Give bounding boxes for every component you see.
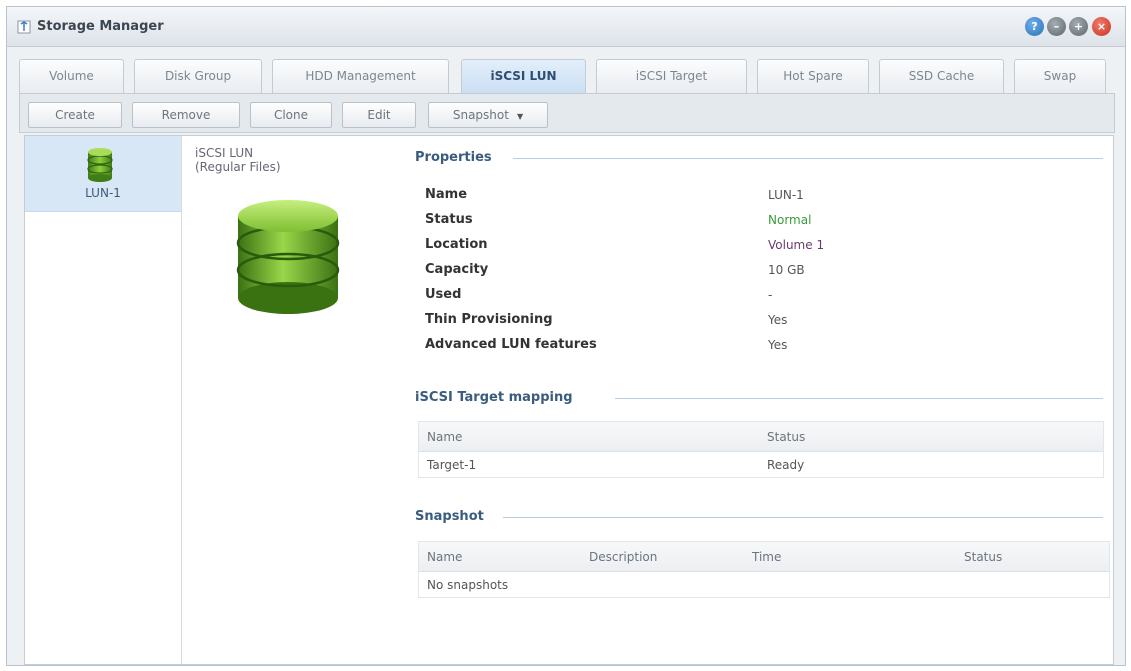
edit-button[interactable]: Edit bbox=[342, 102, 416, 128]
content-panel: LUN-1 iSCSI LUN (Regular Files) Properti… bbox=[24, 135, 1114, 665]
prop-value-name: LUN-1 bbox=[768, 188, 804, 202]
prop-label-capacity: Capacity bbox=[425, 262, 489, 277]
database-icon bbox=[87, 148, 113, 182]
toolbar: Create Remove Clone Edit Snapshot ▼ bbox=[19, 93, 1115, 133]
tab-hdd-management[interactable]: HDD Management bbox=[272, 59, 449, 93]
remove-button[interactable]: Remove bbox=[132, 102, 240, 128]
column-header-status[interactable]: Status bbox=[964, 550, 1002, 564]
properties-divider bbox=[513, 158, 1103, 159]
column-header-name[interactable]: Name bbox=[427, 550, 462, 564]
lun-type-line1: iSCSI LUN bbox=[195, 146, 254, 160]
minimize-icon[interactable]: – bbox=[1047, 17, 1066, 36]
table-header: Name Description Time Status bbox=[419, 542, 1109, 572]
clone-button[interactable]: Clone bbox=[250, 102, 332, 128]
tab-ssd-cache[interactable]: SSD Cache bbox=[879, 59, 1004, 93]
target-mapping-divider bbox=[615, 398, 1103, 399]
target-mapping-heading: iSCSI Target mapping bbox=[415, 390, 573, 405]
prop-value-capacity: 10 GB bbox=[768, 263, 805, 277]
column-header-description[interactable]: Description bbox=[589, 550, 657, 564]
snapshot-divider bbox=[503, 517, 1103, 518]
snapshot-table: Name Description Time Status No snapshot… bbox=[418, 541, 1110, 598]
lun-list: LUN-1 bbox=[25, 136, 182, 664]
storage-manager-app-icon bbox=[17, 20, 31, 34]
target-mapping-table: Name Status Target-1 Ready bbox=[418, 421, 1104, 478]
help-icon[interactable]: ? bbox=[1025, 17, 1044, 36]
close-icon[interactable]: × bbox=[1092, 17, 1111, 36]
lun-database-icon bbox=[236, 200, 340, 314]
prop-value-used: - bbox=[768, 288, 773, 302]
chevron-down-icon: ▼ bbox=[516, 112, 524, 121]
tab-iscsi-lun[interactable]: iSCSI LUN bbox=[461, 59, 586, 95]
maximize-icon[interactable]: + bbox=[1069, 17, 1088, 36]
table-header: Name Status bbox=[419, 422, 1103, 452]
column-header-time[interactable]: Time bbox=[752, 550, 781, 564]
prop-value-advanced-lun: Yes bbox=[768, 338, 788, 352]
prop-value-location: Volume 1 bbox=[768, 238, 825, 252]
prop-label-status: Status bbox=[425, 212, 473, 227]
create-button[interactable]: Create bbox=[28, 102, 122, 128]
empty-row: No snapshots bbox=[419, 572, 1109, 598]
empty-state-text: No snapshots bbox=[427, 578, 509, 592]
tab-hot-spare[interactable]: Hot Spare bbox=[757, 59, 869, 93]
snapshot-heading: Snapshot bbox=[415, 509, 484, 524]
lun-list-item-label: LUN-1 bbox=[85, 186, 121, 200]
prop-label-name: Name bbox=[425, 187, 468, 202]
prop-label-thin-provisioning: Thin Provisioning bbox=[425, 312, 553, 327]
prop-label-advanced-lun: Advanced LUN features bbox=[425, 337, 597, 352]
lun-list-item[interactable]: LUN-1 bbox=[25, 136, 181, 212]
prop-label-location: Location bbox=[425, 237, 488, 252]
table-row[interactable]: Target-1 Ready bbox=[419, 452, 1103, 478]
prop-value-status: Normal bbox=[768, 213, 812, 227]
target-name-cell: Target-1 bbox=[427, 458, 477, 472]
column-header-status[interactable]: Status bbox=[767, 430, 805, 444]
storage-manager-window: Storage Manager ? – + × Volume Disk Grou… bbox=[6, 6, 1126, 666]
tab-volume[interactable]: Volume bbox=[19, 59, 124, 93]
target-status-cell: Ready bbox=[767, 458, 805, 472]
properties-heading: Properties bbox=[415, 150, 492, 165]
window-title: Storage Manager bbox=[37, 19, 164, 34]
lun-type-line2: (Regular Files) bbox=[195, 160, 281, 174]
tab-disk-group[interactable]: Disk Group bbox=[134, 59, 262, 93]
prop-value-thin-provisioning: Yes bbox=[768, 313, 788, 327]
prop-label-used: Used bbox=[425, 287, 462, 302]
tab-swap[interactable]: Swap bbox=[1014, 59, 1106, 93]
column-header-name[interactable]: Name bbox=[427, 430, 462, 444]
tab-iscsi-target[interactable]: iSCSI Target bbox=[596, 59, 747, 93]
snapshot-button[interactable]: Snapshot ▼ bbox=[428, 102, 548, 128]
title-bar[interactable]: Storage Manager ? – + × bbox=[7, 7, 1125, 47]
snapshot-button-label: Snapshot bbox=[452, 108, 509, 122]
lun-type-label: iSCSI LUN (Regular Files) bbox=[195, 146, 281, 174]
